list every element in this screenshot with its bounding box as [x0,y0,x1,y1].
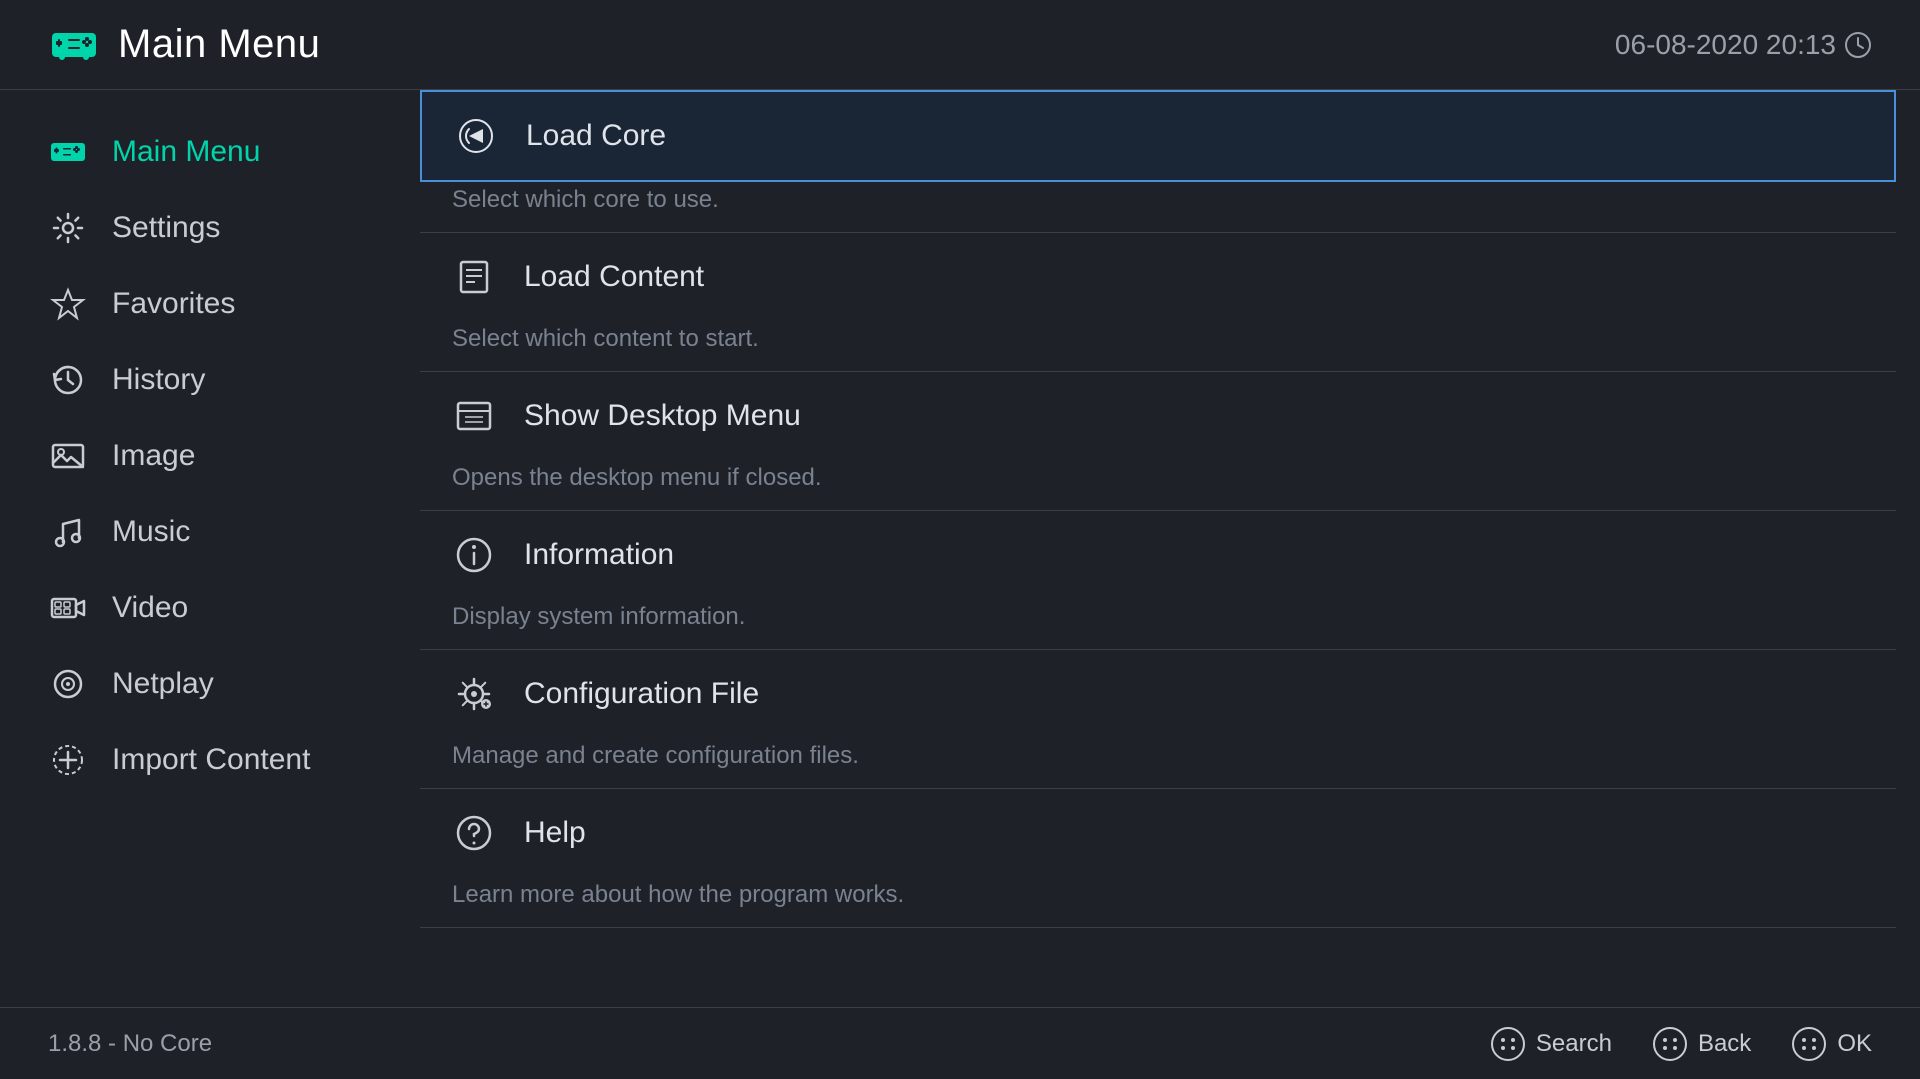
help-icon [452,811,496,855]
sidebar-item-settings[interactable]: Settings [0,190,420,266]
sidebar-item-main-menu[interactable]: Main Menu [0,114,420,190]
search-label: Search [1536,1030,1612,1058]
header-left: Main Menu [48,19,320,71]
menu-desc-show-desktop-menu: Opens the desktop menu if closed. [420,460,1896,510]
menu-item-information[interactable]: Information [420,511,1896,599]
search-controller-icon [1490,1026,1526,1062]
menu-item-load-content[interactable]: Load Content [420,233,1896,321]
menu-item-container-information: Information Display system information. [420,511,1896,650]
music-icon [48,512,88,552]
sidebar-label-main-menu: Main Menu [112,135,260,169]
ok-label: OK [1837,1030,1872,1058]
content-area: Load Core Select which core to use. Load… [420,90,1920,1007]
menu-item-load-core[interactable]: Load Core [420,90,1896,182]
configuration-file-icon [452,672,496,716]
header: Main Menu 06-08-2020 20:13 [0,0,1920,90]
history-icon [48,360,88,400]
datetime-text: 06-08-2020 20:13 [1615,29,1836,61]
sidebar-label-music: Music [112,515,190,549]
menu-item-container-show-desktop-menu: Show Desktop Menu Opens the desktop menu… [420,372,1896,511]
menu-label-load-core: Load Core [526,119,666,153]
menu-desc-load-core: Select which core to use. [420,182,1896,232]
version-label: 1.8.8 - No Core [48,1030,212,1058]
datetime-display: 06-08-2020 20:13 [1615,29,1872,61]
netplay-icon [48,664,88,704]
clock-icon [1844,31,1872,59]
sidebar-label-history: History [112,363,205,397]
sidebar-label-import-content: Import Content [112,743,310,777]
sidebar-label-netplay: Netplay [112,667,214,701]
sidebar-label-image: Image [112,439,195,473]
load-core-icon [454,114,498,158]
app-logo-icon [48,19,100,71]
sidebar-label-settings: Settings [112,211,220,245]
sidebar-item-image[interactable]: Image [0,418,420,494]
footer-controls: Search Back OK [1490,1026,1872,1062]
menu-label-information: Information [524,538,674,572]
menu-label-configuration-file: Configuration File [524,677,759,711]
menu-desc-configuration-file: Manage and create configuration files. [420,738,1896,788]
back-button[interactable]: Back [1652,1026,1751,1062]
menu-item-container-configuration-file: Configuration File Manage and create con… [420,650,1896,789]
video-icon [48,588,88,628]
sidebar-item-history[interactable]: History [0,342,420,418]
back-label: Back [1698,1030,1751,1058]
page-title: Main Menu [118,22,320,67]
sidebar-label-favorites: Favorites [112,287,235,321]
menu-item-configuration-file[interactable]: Configuration File [420,650,1896,738]
sidebar-item-favorites[interactable]: Favorites [0,266,420,342]
ok-controller-icon [1791,1026,1827,1062]
information-icon [452,533,496,577]
favorites-icon [48,284,88,324]
menu-item-container-help: Help Learn more about how the program wo… [420,789,1896,928]
main-layout: Main Menu Settings Favorites [0,90,1920,1007]
sidebar-item-import-content[interactable]: Import Content [0,722,420,798]
ok-button[interactable]: OK [1791,1026,1872,1062]
menu-item-container-load-core: Load Core Select which core to use. [420,90,1896,233]
menu-desc-load-content: Select which content to start. [420,321,1896,371]
sidebar: Main Menu Settings Favorites [0,90,420,1007]
sidebar-item-music[interactable]: Music [0,494,420,570]
import-content-icon [48,740,88,780]
search-button[interactable]: Search [1490,1026,1612,1062]
sidebar-item-netplay[interactable]: Netplay [0,646,420,722]
menu-label-help: Help [524,816,586,850]
footer: 1.8.8 - No Core Search Back [0,1007,1920,1079]
menu-item-help[interactable]: Help [420,789,1896,877]
menu-item-container-load-content: Load Content Select which content to sta… [420,233,1896,372]
settings-icon [48,208,88,248]
image-icon [48,436,88,476]
menu-desc-help: Learn more about how the program works. [420,877,1896,927]
sidebar-label-video: Video [112,591,188,625]
back-controller-icon [1652,1026,1688,1062]
sidebar-item-video[interactable]: Video [0,570,420,646]
main-menu-icon [48,132,88,172]
menu-desc-information: Display system information. [420,599,1896,649]
menu-label-load-content: Load Content [524,260,704,294]
load-content-icon [452,255,496,299]
menu-label-show-desktop-menu: Show Desktop Menu [524,399,801,433]
show-desktop-menu-icon [452,394,496,438]
menu-item-show-desktop-menu[interactable]: Show Desktop Menu [420,372,1896,460]
